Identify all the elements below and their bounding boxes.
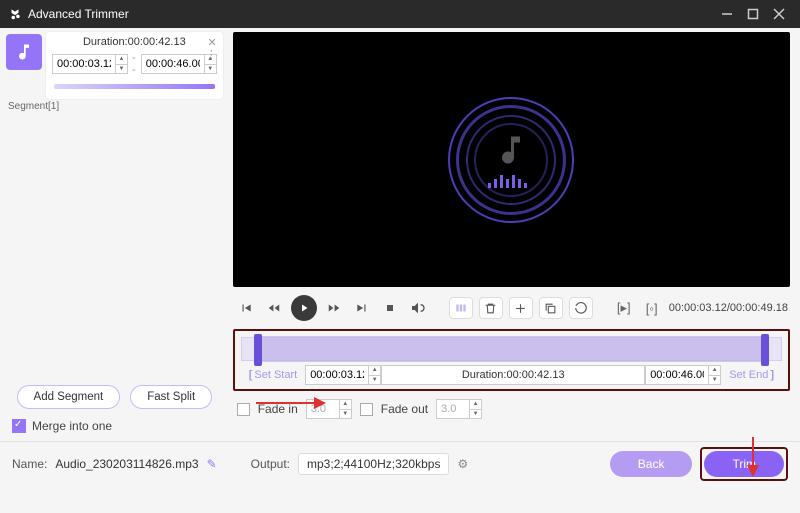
copy-icon[interactable] [539,297,563,319]
prev-icon[interactable] [263,297,285,319]
mark-out-icon[interactable]: [◦] [641,297,663,319]
bracket-tool-icon[interactable] [449,297,473,319]
undo-icon[interactable] [569,297,593,319]
set-start-button[interactable]: [Set Start [241,369,305,381]
maximize-button[interactable] [740,0,766,28]
segment-start-stepper[interactable]: ▲▼ [52,54,128,74]
seek-end-input[interactable] [646,366,708,384]
merge-label: Merge into one [32,419,112,433]
fade-in-label: Fade in [258,402,298,416]
fade-in-input[interactable] [307,400,339,418]
segment-waveform [54,84,215,89]
preview-area [233,32,790,287]
close-button[interactable] [766,0,792,28]
fade-out-checkbox[interactable] [360,403,373,416]
play-button[interactable] [291,295,317,321]
skip-end-icon[interactable] [351,297,373,319]
audio-disc-icon [448,97,574,223]
seekbar[interactable] [241,337,782,361]
range-dash: -- [132,52,137,76]
stepper-down[interactable]: ▼ [205,65,216,74]
mark-in-icon[interactable]: [▸] [613,297,635,319]
seek-selection [256,336,767,362]
output-label: Output: [251,457,290,471]
add-icon[interactable] [509,297,533,319]
trim-controls-highlight: [Set Start ▲▼ Duration:00:00:42.13 ▲▼ Se… [233,329,790,391]
app-logo-icon [8,7,22,21]
seek-end-stepper[interactable]: ▲▼ [645,365,721,385]
stepper-up[interactable]: ▲ [340,400,351,410]
segment-start-input[interactable] [53,55,115,73]
seek-start-handle[interactable] [254,334,262,366]
stepper-down[interactable]: ▼ [709,376,720,385]
timecode: 00:00:03.12/00:00:49.18 [669,302,788,314]
delete-icon[interactable] [479,297,503,319]
seek-start-stepper[interactable]: ▲▼ [305,365,381,385]
segment-end-input[interactable] [142,55,204,73]
stepper-down[interactable]: ▼ [340,410,351,419]
fast-split-button[interactable]: Fast Split [130,385,212,409]
name-label: Name: [12,457,47,471]
stepper-up[interactable]: ▲ [369,366,380,376]
window-title: Advanced Trimmer [28,7,714,21]
segment-card[interactable]: Duration:00:00:42.13 ✕ ⋮ ▲▼ -- ▲▼ [46,32,223,99]
playback-controls: [▸] [◦] 00:00:03.12/00:00:49.18 [233,287,790,325]
merge-checkbox[interactable] [12,419,26,433]
back-button[interactable]: Back [610,451,693,477]
output-value: mp3;2;44100Hz;320kbps [298,453,449,475]
segment-label: Segment[1] [0,99,229,112]
volume-icon[interactable] [407,297,429,319]
fade-in-checkbox[interactable] [237,403,250,416]
skip-start-icon[interactable] [235,297,257,319]
trim-button[interactable]: Trim [704,451,784,477]
fade-in-stepper[interactable]: ▲▼ [306,399,352,419]
stepper-down[interactable]: ▼ [470,410,481,419]
seek-start-input[interactable] [306,366,368,384]
segment-duration: Duration:00:00:42.13 [52,36,217,48]
fade-row: Fade in ▲▼ Fade out ▲▼ [233,391,790,419]
minimize-button[interactable] [714,0,740,28]
stepper-up[interactable]: ▲ [116,55,127,65]
stepper-up[interactable]: ▲ [709,366,720,376]
titlebar: Advanced Trimmer [0,0,800,28]
fade-out-label: Fade out [381,402,428,416]
seek-duration: Duration:00:00:42.13 [381,365,645,385]
add-segment-button[interactable]: Add Segment [17,385,121,409]
segment-panel: Duration:00:00:42.13 ✕ ⋮ ▲▼ -- ▲▼ Seg [0,28,229,441]
edit-name-icon[interactable]: ✎ [207,457,217,471]
music-note-icon [14,42,34,62]
next-icon[interactable] [323,297,345,319]
fade-out-input[interactable] [437,400,469,418]
footer: Name: Audio_230203114826.mp3 ✎ Output: m… [0,441,800,485]
stepper-up[interactable]: ▲ [470,400,481,410]
seek-end-handle[interactable] [761,334,769,366]
name-value: Audio_230203114826.mp3 [55,457,198,471]
set-end-button[interactable]: Set End] [721,369,782,381]
segment-thumb[interactable] [6,34,42,70]
stepper-down[interactable]: ▼ [369,376,380,385]
fade-out-stepper[interactable]: ▲▼ [436,399,482,419]
trim-button-highlight: Trim [700,447,788,481]
stop-icon[interactable] [379,297,401,319]
stepper-down[interactable]: ▼ [116,65,127,74]
output-settings-icon[interactable]: ⚙ [457,457,468,471]
segment-menu-button[interactable]: ⋮ [206,48,217,61]
